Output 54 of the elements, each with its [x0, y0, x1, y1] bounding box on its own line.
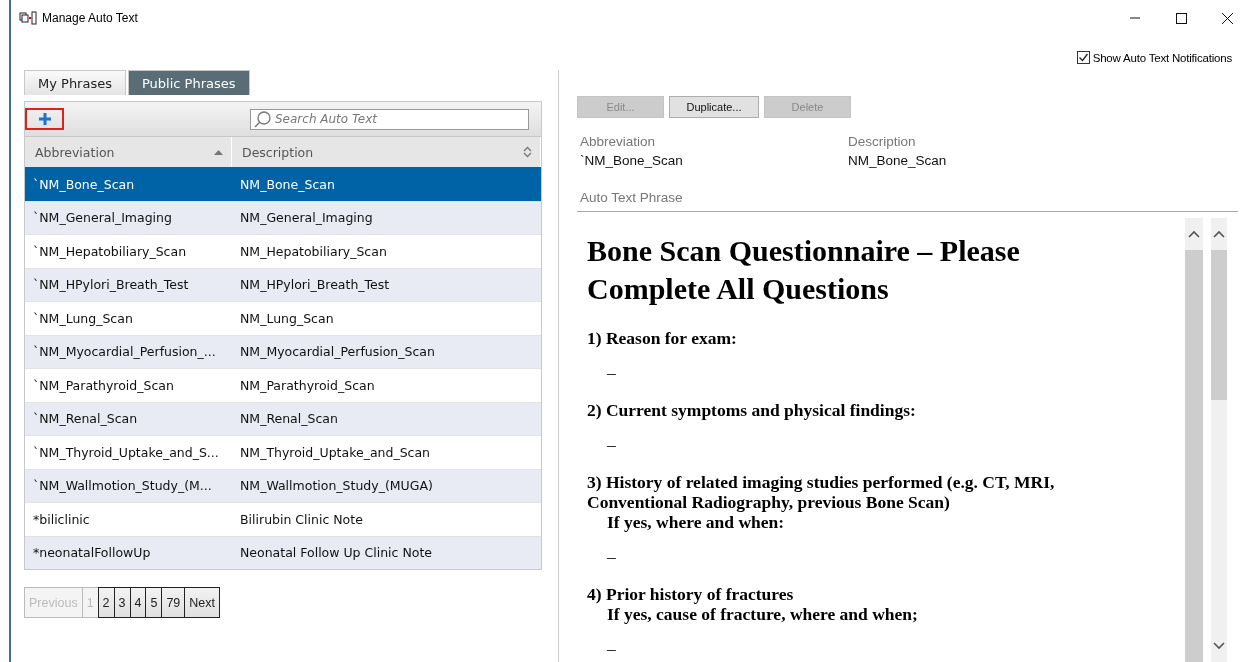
add-button[interactable]: [25, 108, 64, 130]
table-cell[interactable]: Neonatal Follow Up Clinic Note: [232, 535, 541, 569]
checkmark-icon: [1077, 52, 1089, 63]
table-cell[interactable]: NM_Bone_Scan: [232, 167, 541, 201]
action-button[interactable]: Duplicate...: [669, 96, 759, 118]
close-icon: [1221, 12, 1233, 24]
question-text: If yes, where and when:: [606, 512, 786, 532]
question-text: 3) History of related imaging studies performed (e.g. CT, MRI, Conventional Radiography, previous Bone Scan): [587, 472, 1056, 512]
answer-line: –: [606, 638, 617, 658]
question-text: If yes, cause of fracture, where and when;: [606, 604, 919, 624]
window-title: Manage Auto Text: [42, 11, 139, 25]
question-text: 1) Reason for exam:: [587, 328, 738, 348]
notifications-checkbox[interactable]: Show Auto Text Notifications: [1076, 45, 1232, 70]
table-cell[interactable]: NM_Myocardial_Perfusion_Scan: [232, 334, 541, 368]
scroll-down-icon[interactable]: [1213, 642, 1225, 650]
tab[interactable]: My Phrases: [24, 70, 126, 95]
page-button[interactable]: Next: [184, 587, 220, 618]
answer-line: –: [606, 434, 617, 454]
plus-icon: [38, 113, 51, 125]
table-cell[interactable]: `NM_Wallmotion_Study_(M...: [25, 468, 232, 502]
table-cell[interactable]: `NM_General_Imaging: [25, 200, 232, 234]
page-button[interactable]: 79: [161, 587, 186, 618]
column-header[interactable]: Abbreviation: [25, 137, 232, 167]
sort-icon: [523, 146, 532, 158]
table-cell[interactable]: NM_Wallmotion_Study_(MUGA): [232, 468, 541, 502]
app-icon: [19, 11, 37, 25]
field-value: `NM_Bone_Scan: [580, 153, 684, 168]
field-label: Abbreviation: [580, 134, 657, 149]
field-value: NM_Bone_Scan: [848, 153, 948, 168]
answer-line: –: [606, 546, 617, 566]
question-text: 2) Current symptoms and physical findings:: [587, 400, 917, 420]
column-header[interactable]: Description: [232, 137, 541, 167]
table-cell[interactable]: `NM_Bone_Scan: [25, 167, 232, 201]
document-title: Bone Scan Questionnaire – Please Complete All Questions: [587, 233, 1021, 307]
maximize-icon: [1175, 12, 1187, 24]
table-cell[interactable]: `NM_Renal_Scan: [25, 401, 232, 435]
search-icon: [254, 110, 272, 128]
section-label: Auto Text Phrase: [577, 190, 1238, 212]
table-cell[interactable]: NM_Renal_Scan: [232, 401, 541, 435]
answer-line: –: [606, 362, 617, 382]
sort-ascending-icon: [214, 149, 223, 155]
scrollbar[interactable]: [1211, 218, 1227, 662]
scroll-up-icon[interactable]: [1213, 230, 1225, 238]
question-text: 4) Prior history of fractures: [587, 584, 795, 604]
tab[interactable]: Public Phrases: [128, 70, 250, 95]
table-cell[interactable]: NM_General_Imaging: [232, 200, 541, 234]
field-label: Description: [848, 134, 917, 149]
scroll-up-icon[interactable]: [1188, 230, 1200, 238]
search-field[interactable]: Search Auto Text: [250, 108, 529, 130]
scrollbar[interactable]: [1185, 218, 1203, 662]
table-cell[interactable]: `NM_Myocardial_Perfusion_...: [25, 334, 232, 368]
table-cell[interactable]: *neonatalFollowUp: [25, 535, 232, 569]
table-cell[interactable]: `NM_HPylori_Breath_Test: [25, 267, 232, 301]
table-cell[interactable]: NM_HPylori_Breath_Test: [232, 267, 541, 301]
